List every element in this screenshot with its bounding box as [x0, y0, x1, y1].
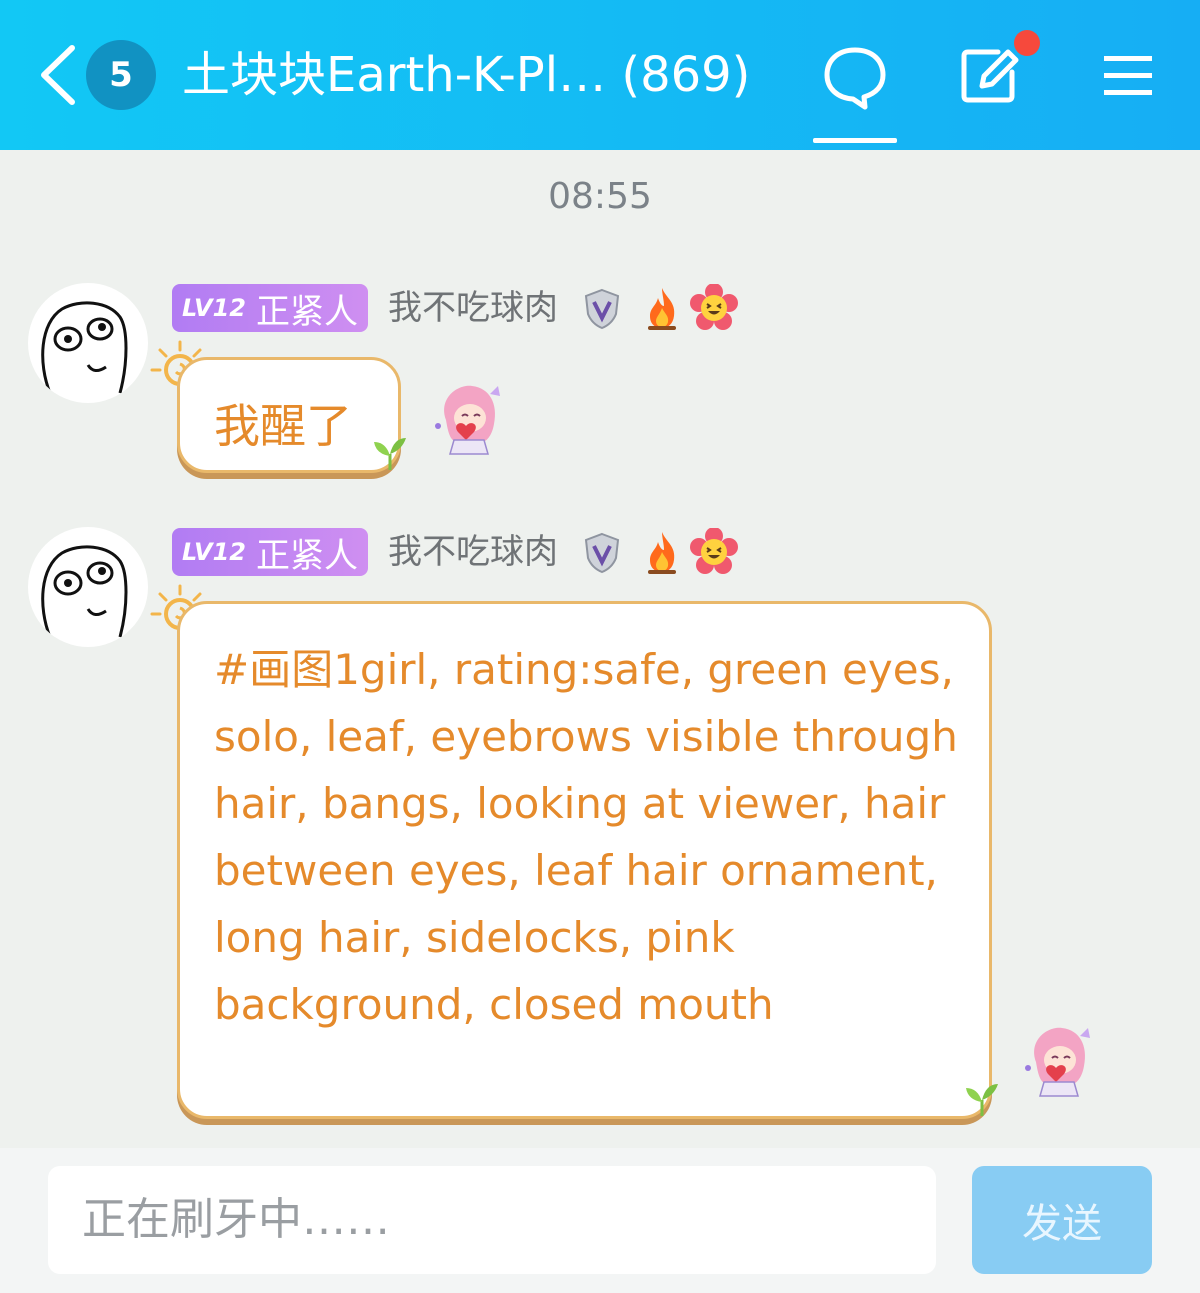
- message-input[interactable]: 正在刷牙中……: [48, 1166, 936, 1274]
- flower-emoji-icon: [690, 528, 738, 574]
- level-number: LV12: [182, 538, 246, 566]
- chat-header: 5 土块块Earth-K-Pl… (869): [0, 0, 1200, 150]
- sender-nickname[interactable]: 我不吃球肉: [388, 284, 558, 332]
- shield-v-icon: [584, 532, 620, 574]
- pink-hair-girl-sticker-icon: [1025, 1027, 1090, 1097]
- level-tag: LV12 正紧人: [172, 284, 368, 332]
- shield-v-icon: [584, 288, 620, 330]
- pink-hair-girl-sticker-icon: [435, 385, 500, 455]
- notification-dot: [1014, 30, 1040, 56]
- chat-bubble-icon[interactable]: [822, 44, 888, 110]
- back-chevron-icon[interactable]: [38, 44, 78, 106]
- message-text: #画图1girl, rating:safe, green eyes, solo,…: [214, 645, 958, 1029]
- group-title[interactable]: 土块块Earth-K-Pl… (869): [182, 42, 782, 108]
- avatar[interactable]: [28, 527, 148, 647]
- menu-icon[interactable]: [1102, 54, 1154, 96]
- sprout-decoration-icon: [374, 438, 406, 470]
- level-title: 正紧人: [255, 291, 358, 332]
- level-tag: LV12 正紧人: [172, 528, 368, 576]
- unread-count-badge[interactable]: 5: [86, 40, 156, 110]
- message-text: 我醒了: [214, 399, 352, 453]
- avatar[interactable]: [28, 283, 148, 403]
- send-button[interactable]: 发送: [972, 1166, 1152, 1274]
- edit-post-icon[interactable]: [958, 44, 1024, 106]
- sprout-decoration-icon: [966, 1084, 998, 1116]
- fire-icon: [648, 532, 676, 574]
- rage-face-avatar-icon: [41, 545, 128, 638]
- fire-icon: [648, 288, 676, 330]
- level-title: 正紧人: [255, 535, 358, 576]
- level-number: LV12: [182, 294, 246, 322]
- rage-face-avatar-icon: [41, 301, 128, 394]
- sender-nickname[interactable]: 我不吃球肉: [388, 528, 558, 576]
- message-bubble[interactable]: 我醒了: [177, 357, 406, 473]
- message-timestamp: 08:55: [548, 176, 652, 217]
- chat-tab-indicator: [813, 138, 897, 143]
- flower-emoji-icon: [690, 284, 738, 330]
- message-bubble[interactable]: #画图1girl, rating:safe, green eyes, solo,…: [177, 601, 998, 1119]
